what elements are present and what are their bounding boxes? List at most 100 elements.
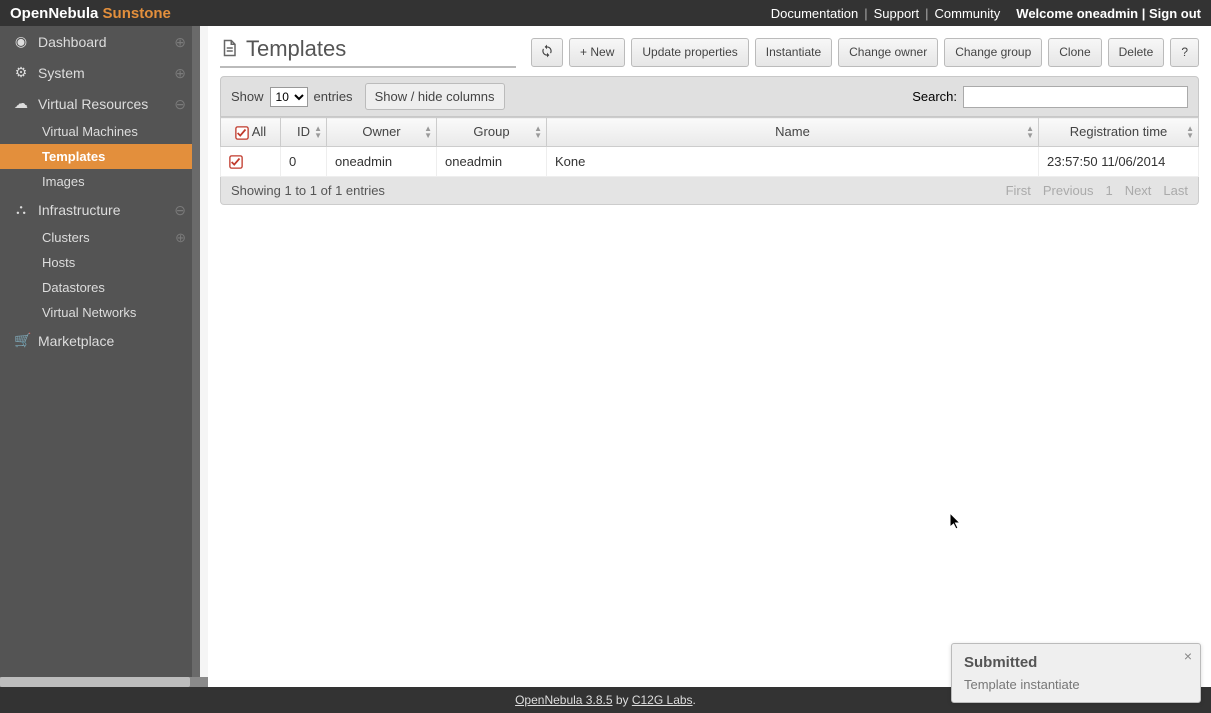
toast-close-button[interactable]: × xyxy=(1184,648,1192,664)
welcome-area: Welcome oneadmin | Sign out xyxy=(1016,6,1201,21)
nav-images-label: Images xyxy=(42,174,85,189)
col-owner[interactable]: Owner ▲▼ xyxy=(327,118,437,147)
logo: OpenNebula Sunstone xyxy=(10,5,171,22)
table-info: Showing 1 to 1 of 1 entries xyxy=(231,183,385,198)
row-checkbox-icon[interactable] xyxy=(229,155,243,169)
show-label: Show xyxy=(231,89,264,104)
refresh-button[interactable] xyxy=(531,38,563,67)
footer-product-link[interactable]: OpenNebula 3.8.5 xyxy=(515,693,612,707)
link-support[interactable]: Support xyxy=(868,6,926,21)
entries-label: entries xyxy=(314,89,353,104)
checkbox-all-icon[interactable] xyxy=(235,126,249,140)
col-checkbox[interactable]: All xyxy=(221,118,281,147)
plus-icon: ⊕ xyxy=(174,35,186,49)
dashboard-icon: ◉ xyxy=(14,33,28,50)
chown-button[interactable]: Change owner xyxy=(838,38,938,67)
sort-icon: ▲▼ xyxy=(1186,125,1194,139)
nav-system[interactable]: ⚙ System ⊕ xyxy=(0,57,200,88)
col-owner-label: Owner xyxy=(362,124,400,139)
nav-clusters[interactable]: Clusters⊕ xyxy=(0,225,200,250)
nav-hosts[interactable]: Hosts xyxy=(0,250,200,275)
chgrp-button[interactable]: Change group xyxy=(944,38,1042,67)
pager: First Previous 1 Next Last xyxy=(1006,183,1188,198)
col-id[interactable]: ID ▲▼ xyxy=(281,118,327,147)
minus-icon: ⊖ xyxy=(174,97,186,111)
pager-next[interactable]: Next xyxy=(1125,183,1152,198)
gears-icon: ⚙ xyxy=(14,64,28,81)
col-all-label: All xyxy=(252,124,266,139)
top-links: Documentation| Support| Community xyxy=(765,6,1007,21)
nav-images[interactable]: Images xyxy=(0,169,200,194)
page-title: Templates xyxy=(246,36,346,62)
cell-id: 0 xyxy=(281,146,327,177)
nav-vms-label: Virtual Machines xyxy=(42,124,138,139)
nav-dashboard[interactable]: ◉Dashboard ⊕ xyxy=(0,26,200,57)
search-label: Search: xyxy=(912,89,957,104)
sidebar-scrollbar[interactable] xyxy=(0,677,208,687)
nav-virtual-resources[interactable]: ☁Virtual Resources ⊖ xyxy=(0,88,200,119)
brand-prefix: OpenNebula xyxy=(10,5,98,22)
nav-infrastructure[interactable]: ⛬ Infrastructure ⊖ xyxy=(0,194,200,225)
sidebar: ◉Dashboard ⊕ ⚙ System ⊕ ☁Virtual Resource… xyxy=(0,26,200,687)
new-button[interactable]: + New xyxy=(569,38,625,67)
col-regtime[interactable]: Registration time ▲▼ xyxy=(1039,118,1199,147)
instantiate-button[interactable]: Instantiate xyxy=(755,38,832,67)
pager-previous[interactable]: Previous xyxy=(1043,183,1094,198)
col-group[interactable]: Group ▲▼ xyxy=(437,118,547,147)
document-icon xyxy=(220,37,238,62)
link-community[interactable]: Community xyxy=(929,6,1007,21)
nav-templates[interactable]: Templates xyxy=(0,144,200,169)
show-hide-columns-button[interactable]: Show / hide columns xyxy=(365,83,505,110)
page-size-select[interactable]: 10 xyxy=(270,87,308,107)
footer-vendor-link[interactable]: C12G Labs xyxy=(632,693,693,707)
toast-title: Submitted xyxy=(964,654,1188,671)
table-header-row: All ID ▲▼ Owner ▲▼ Group ▲▼ Name▲▼ Registra… xyxy=(221,118,1199,147)
cell-owner: oneadmin xyxy=(327,146,437,177)
sort-icon: ▲▼ xyxy=(534,125,542,139)
help-button[interactable]: ? xyxy=(1170,38,1199,67)
brand-suffix: Sunstone xyxy=(103,5,171,22)
scrollbar-thumb[interactable] xyxy=(0,677,190,687)
cell-group: oneadmin xyxy=(437,146,547,177)
table-controls: Show 10 entries Show / hide columns Sear… xyxy=(220,76,1199,117)
pager-page[interactable]: 1 xyxy=(1105,183,1112,198)
sort-icon: ▲▼ xyxy=(424,125,432,139)
page-header-row: Templates + New Update properties Instan… xyxy=(220,36,1199,68)
nav-hosts-label: Hosts xyxy=(42,255,75,270)
sort-icon: ▲▼ xyxy=(1026,125,1034,139)
nav-infra-label: Infrastructure xyxy=(38,202,120,218)
nav-vnets[interactable]: Virtual Networks xyxy=(0,300,200,325)
nav-system-label: System xyxy=(38,65,85,81)
sitemap-icon: ⛬ xyxy=(14,201,28,218)
toast-notification: × Submitted Template instantiate xyxy=(951,643,1201,703)
sort-icon: ▲▼ xyxy=(314,125,322,139)
nav-vms[interactable]: Virtual Machines xyxy=(0,119,200,144)
templates-table: All ID ▲▼ Owner ▲▼ Group ▲▼ Name▲▼ Registra… xyxy=(220,117,1199,177)
col-regtime-label: Registration time xyxy=(1070,124,1168,139)
cloud-icon: ☁ xyxy=(14,95,28,112)
signout-link[interactable]: Sign out xyxy=(1149,6,1201,21)
nav-marketplace[interactable]: 🛒Marketplace xyxy=(0,325,200,356)
col-id-label: ID xyxy=(297,124,310,139)
pager-last[interactable]: Last xyxy=(1163,183,1188,198)
sep: | xyxy=(1142,6,1149,21)
pager-first[interactable]: First xyxy=(1006,183,1031,198)
clone-button[interactable]: Clone xyxy=(1048,38,1101,67)
col-group-label: Group xyxy=(473,124,509,139)
col-name[interactable]: Name▲▼ xyxy=(547,118,1039,147)
nav-vnets-label: Virtual Networks xyxy=(42,305,136,320)
table-row[interactable]: 0 oneadmin oneadmin Kone 23:57:50 11/06/… xyxy=(221,146,1199,177)
plus-icon: ⊕ xyxy=(175,231,186,244)
cart-icon: 🛒 xyxy=(14,332,28,349)
link-documentation[interactable]: Documentation xyxy=(765,6,864,21)
minus-icon: ⊖ xyxy=(174,203,186,217)
nav-datastores[interactable]: Datastores xyxy=(0,275,200,300)
search-input[interactable] xyxy=(963,86,1188,108)
plus-icon: ⊕ xyxy=(174,66,186,80)
nav-templates-label: Templates xyxy=(42,149,105,164)
toast-body: Template instantiate xyxy=(964,677,1188,692)
update-button[interactable]: Update properties xyxy=(631,38,748,67)
search-box: Search: xyxy=(912,86,1188,108)
main-content: Templates + New Update properties Instan… xyxy=(208,26,1211,687)
delete-button[interactable]: Delete xyxy=(1108,38,1165,67)
